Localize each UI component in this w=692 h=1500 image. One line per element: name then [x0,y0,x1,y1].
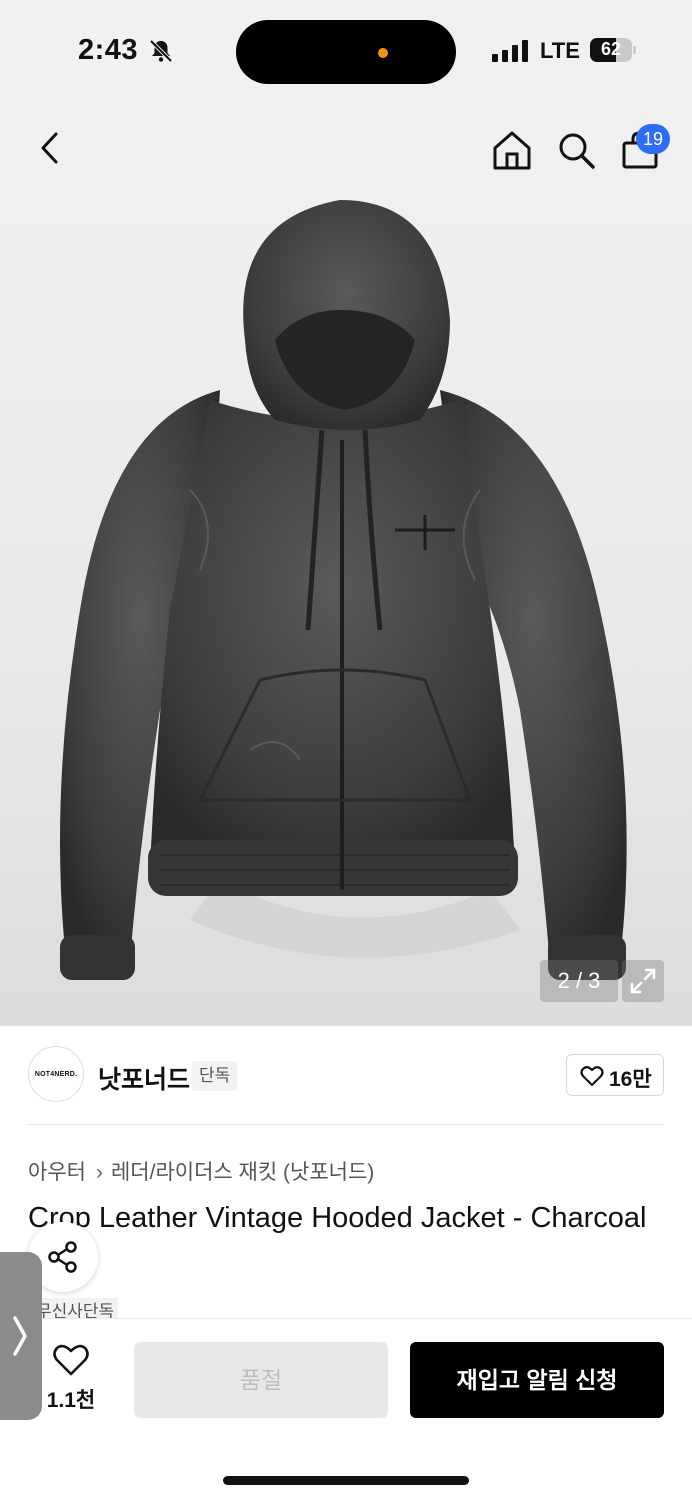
signal-icon [492,40,528,62]
status-time: 2:43 [78,34,139,66]
bell-muted-icon [149,39,173,63]
dynamic-island [236,20,456,84]
divider [28,1124,664,1125]
product-image[interactable] [20,190,670,1010]
network-type: LTE [540,38,580,63]
recording-indicator [378,48,388,58]
image-counter: 2 / 3 [540,960,618,1002]
breadcrumb: 아우터 › 레더/라이더스 재킷 (낫포너드) [28,1156,374,1186]
heart-icon [580,1066,604,1087]
wishlist-count: 1.1천 [46,1389,96,1412]
product-title: Crop Leather Vintage Hooded Jacket - Cha… [28,1202,647,1234]
battery-percent: 62 [600,39,622,59]
brand-exclusive-tag: 단독 [192,1061,238,1091]
home-indicator [223,1476,469,1485]
search-icon[interactable] [556,130,596,170]
chevron-right-icon: › [95,1161,103,1184]
brand-logo[interactable]: NOT4NERD. [28,1046,84,1102]
share-icon [48,1241,77,1273]
side-drawer-tab[interactable] [0,1252,42,1420]
brand-name[interactable]: 낫포너드 [98,1060,190,1096]
soldout-button: 품절 [134,1342,388,1418]
back-button[interactable] [36,128,64,168]
home-icon[interactable] [490,128,534,172]
brand-like-button[interactable]: 16만 [566,1054,664,1096]
brand-like-count: 16만 [609,1068,652,1091]
chevron-right-icon [13,1316,27,1356]
expand-icon[interactable] [622,960,664,1002]
breadcrumb-category[interactable]: 아우터 [28,1161,86,1184]
battery-icon: 62 [590,38,636,62]
cart-count-badge: 19 [636,124,670,154]
heart-icon [53,1344,89,1376]
breadcrumb-subcategory[interactable]: 레더/라이더스 재킷 (낫포너드) [111,1161,374,1184]
wishlist-button[interactable]: 1.1천 [46,1344,96,1414]
restock-alert-button[interactable]: 재입고 알림 신청 [410,1342,664,1418]
